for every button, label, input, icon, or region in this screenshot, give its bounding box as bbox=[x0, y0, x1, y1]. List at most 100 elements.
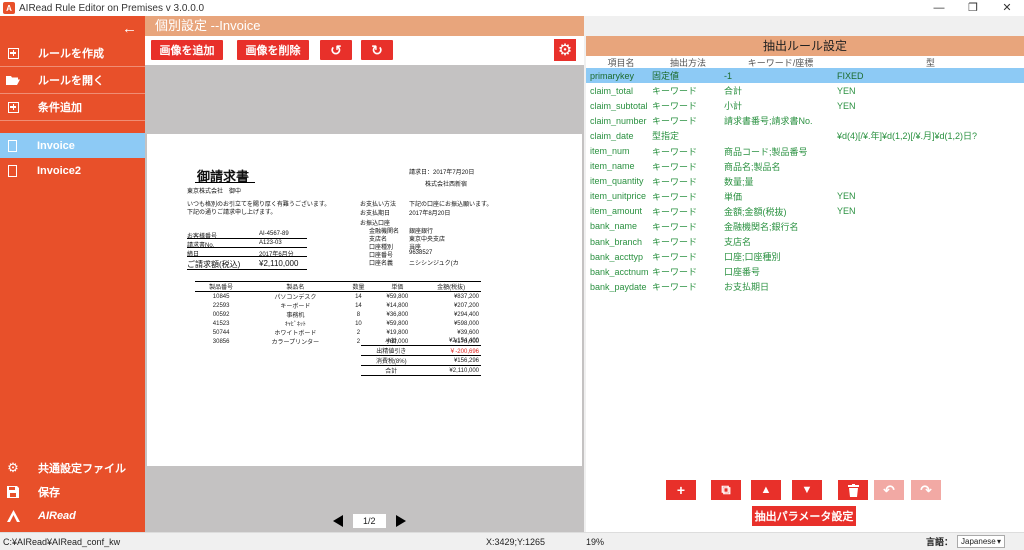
rule-row-bank-paydate[interactable]: bank_paydate キーワード お支払期日 bbox=[586, 279, 1024, 294]
table-header: 製品番号 bbox=[195, 281, 248, 292]
invoice-date: 請求日：2017年7月20日 bbox=[409, 170, 475, 176]
rule-row-claim-subtotal[interactable]: claim_subtotal キーワード 小計 YEN bbox=[586, 98, 1024, 113]
table-header: 製品名 bbox=[247, 281, 344, 292]
cursor-coords: X:3429;Y:1265 bbox=[486, 536, 546, 547]
rule-method: キーワード bbox=[652, 206, 698, 217]
document-icon bbox=[8, 139, 17, 152]
invoice-total-value: ¥2,110,000 bbox=[259, 259, 299, 268]
sidebar-item-create-rule[interactable]: ルールを作成 bbox=[0, 40, 145, 67]
table-row: 合計 ¥2,110,000 bbox=[361, 365, 481, 376]
rule-method: キーワード bbox=[652, 221, 698, 232]
info-value: A123-03 bbox=[259, 240, 282, 246]
pay-date: 2017年8月20日 bbox=[409, 211, 451, 217]
rules-column-headers: 項目名 抽出方法 キーワード/座標 型 bbox=[586, 56, 1024, 68]
save-icon bbox=[6, 485, 20, 499]
info-value: AI-4567-89 bbox=[259, 231, 289, 237]
rotate-right-button[interactable]: ↻ bbox=[361, 40, 393, 60]
language-select[interactable]: Japanese ▾ bbox=[957, 535, 1006, 548]
image-settings-gear-icon[interactable]: ⚙ bbox=[554, 39, 576, 61]
invoice-page: 御請求書 請求日：2017年7月20日 株式会社西新宿 東京株式会社 御中 いつ… bbox=[147, 134, 582, 466]
next-page-icon[interactable] bbox=[395, 515, 406, 527]
sidebar-doc-invoice[interactable]: Invoice bbox=[0, 133, 145, 158]
column-header: 抽出方法 bbox=[669, 58, 706, 68]
rule-keyword: 口座番号 bbox=[724, 267, 761, 278]
extraction-params-button[interactable]: 抽出パラメータ設定 bbox=[752, 506, 856, 526]
rule-row-item-quantity[interactable]: item_quantity キーワード 数量;量 bbox=[586, 174, 1024, 189]
add-image-button[interactable]: 画像を追加 bbox=[151, 40, 223, 60]
rule-row-bank-accttyp[interactable]: bank_accttyp キーワード 口座;口座種別 bbox=[586, 249, 1024, 264]
minimize-button[interactable]: — bbox=[922, 0, 956, 16]
window-title: AIRead Rule Editor on Premises v 3.0.0.0 bbox=[19, 2, 205, 14]
sidebar-doc-invoice2[interactable]: Invoice2 bbox=[0, 158, 145, 183]
copy-rule-button[interactable]: ⧉ bbox=[711, 480, 741, 500]
delete-image-button[interactable]: 画像を削除 bbox=[237, 40, 309, 60]
table-row: 消費税(8%) ¥156,296 bbox=[361, 355, 481, 366]
column-header: 項目名 bbox=[607, 58, 635, 68]
invoice-summary-table: 小計 ¥2,154,400 出精値引き ￥-200,696 消費税(8%) ¥156,… bbox=[361, 336, 481, 376]
bank-value: 9638527 bbox=[409, 250, 433, 256]
rule-row-claim-number[interactable]: claim_number キーワード 請求書番号;請求書No. bbox=[586, 113, 1024, 128]
window-controls: — ❐ ✕ bbox=[922, 0, 1024, 16]
move-down-button[interactable]: ▼ bbox=[792, 480, 822, 500]
prev-page-icon[interactable] bbox=[333, 515, 343, 527]
airead-brand: AIRead bbox=[0, 504, 145, 528]
rule-row-bank-name[interactable]: bank_name キーワード 金融機関名;銀行名 bbox=[586, 219, 1024, 234]
rule-method: キーワード bbox=[652, 282, 698, 293]
rule-method: キーワード bbox=[652, 116, 698, 127]
rotate-left-button[interactable]: ↺ bbox=[320, 40, 352, 60]
rule-method: キーワード bbox=[652, 86, 698, 97]
rule-method: キーワード bbox=[652, 237, 698, 248]
rule-row-bank-branch[interactable]: bank_branch キーワード 支店名 bbox=[586, 234, 1024, 249]
undo-button[interactable]: ↶ bbox=[874, 480, 904, 500]
rule-row-claim-total[interactable]: claim_total キーワード 合計 YEN bbox=[586, 83, 1024, 98]
sidebar-item-add-condition[interactable]: 条件追加 bbox=[0, 94, 145, 121]
language-label: 言語： bbox=[926, 537, 954, 547]
sidebar-item-common-settings[interactable]: ⚙ 共通設定ファイル bbox=[0, 456, 145, 480]
rule-row-claim-date[interactable]: claim_date 型指定 ¥d(4)[/¥.年]¥d(1,2)[/¥.月]¥d(… bbox=[586, 128, 1024, 143]
rule-name: item_num bbox=[590, 146, 630, 157]
rule-keyword: 商品コード;製品番号 bbox=[724, 146, 808, 157]
rule-row-item-amount[interactable]: item_amount キーワード 金額;金額(税抜) YEN bbox=[586, 204, 1024, 219]
sidebar-item-open-rule[interactable]: ルールを開く bbox=[0, 67, 145, 94]
rule-keyword: 請求書番号;請求書No. bbox=[724, 116, 813, 127]
config-path: C:¥AIRead¥AIRead_conf_kw bbox=[3, 536, 121, 547]
rule-method: キーワード bbox=[652, 252, 698, 263]
rules-panel-title: 抽出ルール設定 bbox=[586, 36, 1024, 56]
table-row: 22593 キーボード 14 ¥14,800 ¥207,200 bbox=[212, 302, 479, 311]
rule-name: item_unitprice bbox=[590, 191, 647, 202]
table-row: 10845 パソコンデスク 14 ¥59,800 ¥837,200 bbox=[212, 293, 479, 302]
add-rule-button[interactable]: + bbox=[666, 480, 696, 500]
rule-method: キーワード bbox=[652, 191, 698, 202]
table-row: 出精値引き ￥-200,696 bbox=[361, 345, 481, 356]
rule-keyword: -1 bbox=[724, 70, 733, 81]
rule-keyword: 口座;口座種別 bbox=[724, 252, 781, 263]
image-viewer[interactable]: 御請求書 請求日：2017年7月20日 株式会社西新宿 東京株式会社 御中 いつ… bbox=[145, 65, 584, 532]
rule-row-bank-acctnum[interactable]: bank_acctnum キーワード 口座番号 bbox=[586, 264, 1024, 279]
rule-name: bank_accttyp bbox=[590, 251, 644, 262]
sidebar-item-label: ルールを開く bbox=[38, 75, 104, 87]
invoice-greeting: 下記の通りご請求申し上げます。 bbox=[187, 210, 277, 216]
delete-rule-button[interactable] bbox=[838, 480, 868, 500]
table-header: 金額(税抜) bbox=[421, 281, 481, 292]
pay-method: 下記の口座にお振込願います。 bbox=[409, 202, 493, 208]
rule-row-item-num[interactable]: item_num キーワード 商品コード;製品番号 bbox=[586, 143, 1024, 158]
rule-name: bank_acctnum bbox=[590, 266, 649, 277]
rule-method: キーワード bbox=[652, 101, 698, 112]
rule-name: item_quantity bbox=[590, 176, 644, 187]
rule-name: claim_number bbox=[590, 115, 647, 126]
sidebar-item-save[interactable]: 保存 bbox=[0, 480, 145, 504]
rule-row-item-name[interactable]: item_name キーワード 商品名;製品名 bbox=[586, 159, 1024, 174]
invoice-sender: 株式会社西新宿 bbox=[425, 182, 468, 188]
rule-keyword: お支払期日 bbox=[724, 282, 770, 293]
move-up-button[interactable]: ▲ bbox=[751, 480, 781, 500]
close-button[interactable]: ✕ bbox=[990, 0, 1024, 16]
rule-row-primarykey[interactable]: primarykey 固定値 -1 FIXED bbox=[586, 68, 1024, 84]
maximize-button[interactable]: ❐ bbox=[956, 0, 990, 16]
sidebar-bottom: ⚙ 共通設定ファイル 保存 AIRead bbox=[0, 456, 145, 528]
rule-row-item-unitprice[interactable]: item_unitprice キーワード 単価 YEN bbox=[586, 189, 1024, 204]
page-navigator: 1/2 bbox=[333, 514, 406, 528]
pay-method-label: お支払い方法 bbox=[360, 202, 397, 208]
back-arrow-icon[interactable]: ← bbox=[0, 16, 145, 40]
redo-button[interactable]: ↷ bbox=[911, 480, 941, 500]
rule-type: YEN bbox=[837, 100, 856, 111]
